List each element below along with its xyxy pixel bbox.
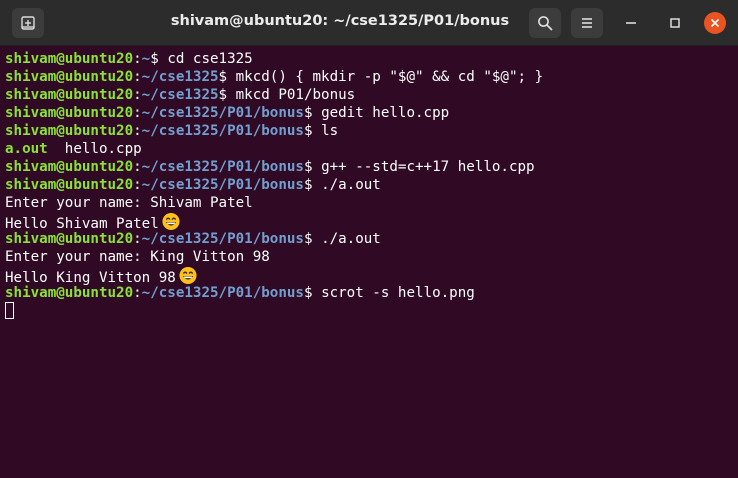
title-bar[interactable]: shivam@ubuntu20: ~/cse1325/P01/bonus: [0, 0, 738, 46]
output-line: Hello Shivam Patel: [5, 212, 738, 232]
user-host: shivam@ubuntu20: [5, 51, 134, 67]
prompt-colon: :: [133, 87, 142, 103]
menu-button[interactable]: [571, 8, 603, 38]
search-button[interactable]: [529, 8, 561, 38]
close-icon: [710, 18, 720, 28]
window-title: shivam@ubuntu20: ~/cse1325/P01/bonus: [170, 13, 510, 29]
new-tab-icon: [21, 16, 35, 30]
command-text: ./a.out: [321, 231, 381, 247]
prompt-path: ~/cse1325/P01/bonus: [141, 285, 304, 301]
filename: hello.cpp: [47, 141, 142, 157]
command-text: scrot -s hello.png: [321, 285, 475, 301]
prompt-path: ~/cse1325/P01/bonus: [141, 159, 304, 175]
maximize-button[interactable]: [664, 12, 686, 34]
prompt-dollar: $: [218, 87, 236, 103]
command-text: g++ --std=c++17 hello.cpp: [321, 159, 535, 175]
text-cursor: [5, 302, 14, 319]
prompt-line: shivam@ubuntu20:~/cse1325/P01/bonus$ ls: [5, 122, 738, 140]
command-text: cd cse1325: [167, 51, 253, 67]
prompt-path: ~/cse1325/P01/bonus: [141, 231, 304, 247]
prompt-colon: :: [133, 285, 142, 301]
cursor-line[interactable]: [5, 302, 738, 320]
minimize-icon: [626, 22, 636, 24]
user-host: shivam@ubuntu20: [5, 159, 134, 175]
prompt-line: shivam@ubuntu20:~/cse1325/P01/bonus$ g++…: [5, 158, 738, 176]
command-text: gedit hello.cpp: [321, 105, 450, 121]
prompt-dollar: $: [303, 105, 322, 121]
user-host: shivam@ubuntu20: [5, 285, 134, 301]
prompt-colon: :: [133, 69, 142, 85]
prompt-path: ~/cse1325: [141, 69, 219, 85]
new-tab-button[interactable]: [12, 8, 44, 38]
user-host: shivam@ubuntu20: [5, 177, 134, 193]
prompt-colon: :: [133, 159, 142, 175]
output-line: Enter your name: Shivam Patel: [5, 194, 738, 212]
output-line: a.out hello.cpp: [5, 140, 738, 158]
search-icon: [538, 16, 553, 31]
prompt-colon: :: [133, 231, 142, 247]
prompt-dollar: $: [303, 231, 322, 247]
prompt-line: shivam@ubuntu20:~/cse1325/P01/bonus$ ./a…: [5, 230, 738, 248]
output-line: Hello King Vitton 98: [5, 266, 738, 286]
prompt-line: shivam@ubuntu20:~/cse1325$ mkcd P01/bonu…: [5, 86, 738, 104]
executable-filename: a.out: [5, 141, 48, 157]
prompt-line: shivam@ubuntu20:~/cse1325/P01/bonus$ ged…: [5, 104, 738, 122]
prompt-colon: :: [133, 123, 142, 139]
prompt-path: ~/cse1325/P01/bonus: [141, 123, 304, 139]
prompt-line: shivam@ubuntu20:~/cse1325$ mkcd() { mkdi…: [5, 68, 738, 86]
user-host: shivam@ubuntu20: [5, 87, 134, 103]
prompt-colon: :: [133, 51, 142, 67]
prompt-dollar: $: [303, 177, 322, 193]
command-text: mkcd P01/bonus: [235, 87, 356, 103]
prompt-dollar: $: [303, 159, 322, 175]
command-text: mkcd() { mkdir -p "$@" && cd "$@"; }: [235, 69, 544, 85]
prompt-line: shivam@ubuntu20:~/cse1325/P01/bonus$ scr…: [5, 284, 738, 302]
user-host: shivam@ubuntu20: [5, 123, 134, 139]
prompt-path: ~/cse1325/P01/bonus: [141, 105, 304, 121]
user-host: shivam@ubuntu20: [5, 69, 134, 85]
program-output: Enter your name: King Vitton 98: [5, 249, 270, 265]
output-line: Enter your name: King Vitton 98: [5, 248, 738, 266]
program-output: Enter your name: Shivam Patel: [5, 195, 253, 211]
prompt-colon: :: [133, 105, 142, 121]
prompt-line: shivam@ubuntu20:~$ cd cse1325: [5, 50, 738, 68]
prompt-path: ~/cse1325/P01/bonus: [141, 177, 304, 193]
prompt-dollar: $: [218, 69, 236, 85]
prompt-line: shivam@ubuntu20:~/cse1325/P01/bonus$ ./a…: [5, 176, 738, 194]
command-text: ./a.out: [321, 177, 381, 193]
close-button[interactable]: [704, 12, 726, 34]
prompt-dollar: $: [303, 285, 322, 301]
prompt-dollar: $: [150, 51, 168, 67]
prompt-path: ~: [141, 51, 151, 67]
prompt-colon: :: [133, 177, 142, 193]
minimize-button[interactable]: [620, 12, 642, 34]
user-host: shivam@ubuntu20: [5, 105, 134, 121]
maximize-icon: [670, 18, 680, 28]
user-host: shivam@ubuntu20: [5, 231, 134, 247]
prompt-dollar: $: [303, 123, 322, 139]
terminal-window: shivam@ubuntu20: ~/cse1325/P01/bonus shi…: [0, 0, 738, 478]
command-text: ls: [321, 123, 339, 139]
hamburger-menu-icon: [582, 18, 592, 28]
prompt-path: ~/cse1325: [141, 87, 219, 103]
terminal-output[interactable]: shivam@ubuntu20:~$ cd cse1325 shivam@ubu…: [0, 46, 738, 478]
